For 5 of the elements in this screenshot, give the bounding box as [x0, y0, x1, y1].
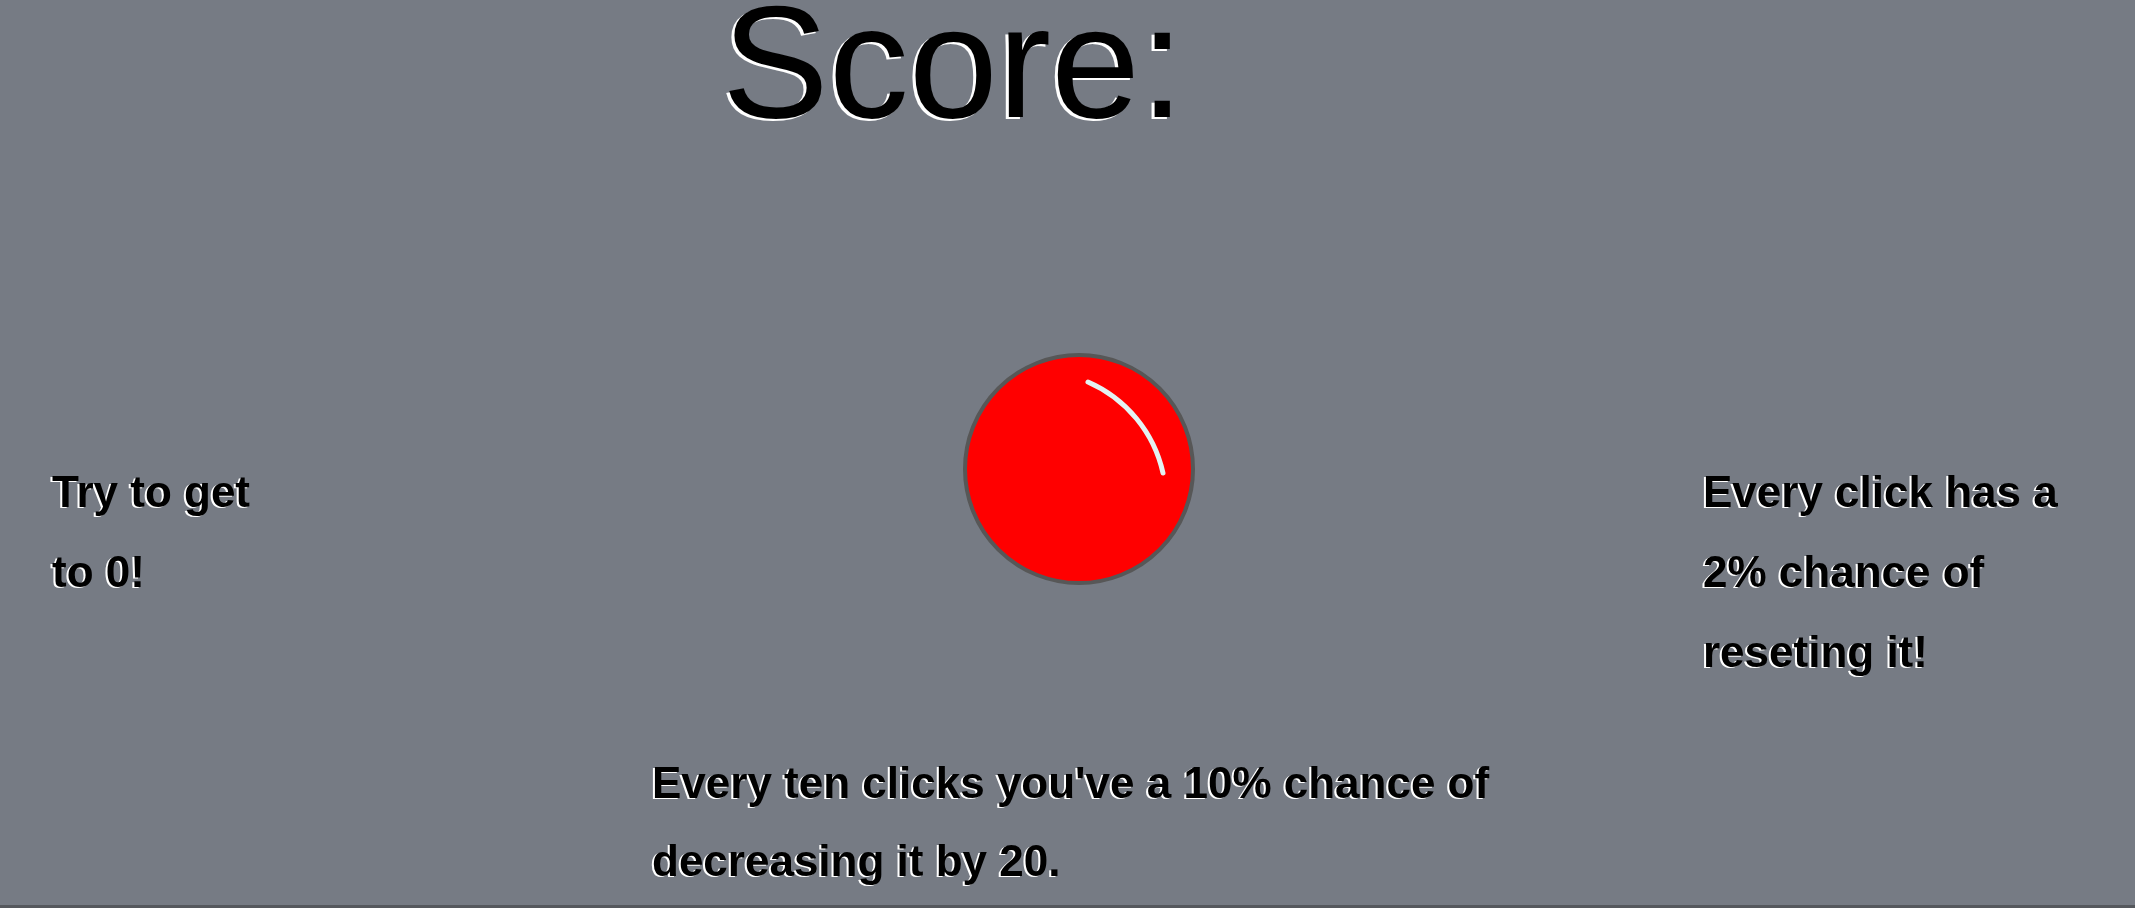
- hint-text: Try to get to 0!: [52, 466, 252, 598]
- shine-arc-icon: [1083, 378, 1168, 478]
- score-label: Score:: [722, 0, 1185, 122]
- hint-text: Every ten clicks you've a 10% chance of decreasing it by 20.: [652, 757, 1491, 887]
- hint-text: Every click has a 2% chance of reseting it!: [1703, 466, 2059, 678]
